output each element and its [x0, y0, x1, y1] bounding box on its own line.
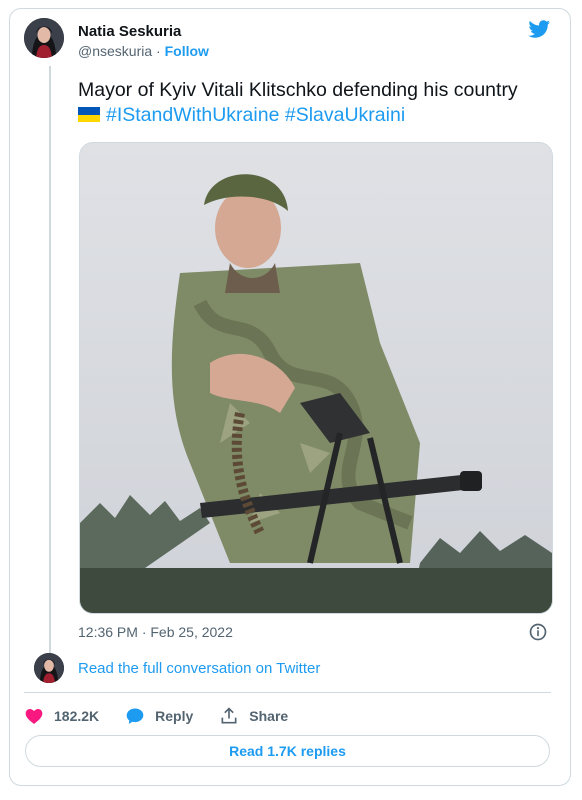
- conversation-avatar[interactable]: [34, 653, 64, 683]
- tweet-photo[interactable]: [79, 142, 553, 614]
- author-avatar-image: [24, 18, 64, 58]
- heart-icon: [25, 709, 43, 724]
- author-handle[interactable]: @nseskuria: [78, 43, 152, 59]
- tweet-text: Mayor of Kyiv Vitali Klitschko defending…: [78, 78, 558, 128]
- info-icon[interactable]: [528, 622, 548, 642]
- hashtag-slavaukraini[interactable]: #SlavaUkraini: [285, 104, 405, 126]
- likes-count: 182.2K: [54, 708, 100, 724]
- thread-line: [49, 66, 51, 654]
- author-name[interactable]: Natia Seskuria: [78, 23, 181, 40]
- tweet-timestamp[interactable]: 12:36 PM · Feb 25, 2022: [78, 624, 233, 640]
- hashtag-istandwithukraine[interactable]: #IStandWithUkraine: [106, 104, 279, 126]
- share-label: Share: [249, 708, 289, 724]
- ukraine-flag-icon: [78, 107, 100, 122]
- divider: [24, 692, 551, 693]
- reply-bubble-icon: [126, 708, 144, 724]
- share-icon: [221, 707, 237, 724]
- soldier-photo-image: [80, 143, 552, 613]
- action-bar: 182.2K Reply Share: [24, 705, 314, 727]
- separator-dot: ·: [156, 43, 161, 59]
- read-conversation-link[interactable]: Read the full conversation on Twitter: [78, 660, 320, 677]
- follow-button[interactable]: Follow: [165, 43, 209, 59]
- author-avatar[interactable]: [24, 18, 64, 58]
- like-button[interactable]: 182.2K: [24, 706, 99, 726]
- tweet-body: Mayor of Kyiv Vitali Klitschko defending…: [78, 79, 518, 101]
- twitter-bird-icon[interactable]: [527, 18, 552, 40]
- reply-label: Reply: [155, 708, 194, 724]
- conversation-avatar-image: [34, 653, 64, 683]
- author-handle-row: @nseskuria · Follow: [78, 43, 209, 59]
- read-replies-button[interactable]: Read 1.7K replies: [25, 735, 550, 767]
- reply-button[interactable]: Reply: [125, 706, 193, 726]
- share-button[interactable]: Share: [219, 706, 288, 726]
